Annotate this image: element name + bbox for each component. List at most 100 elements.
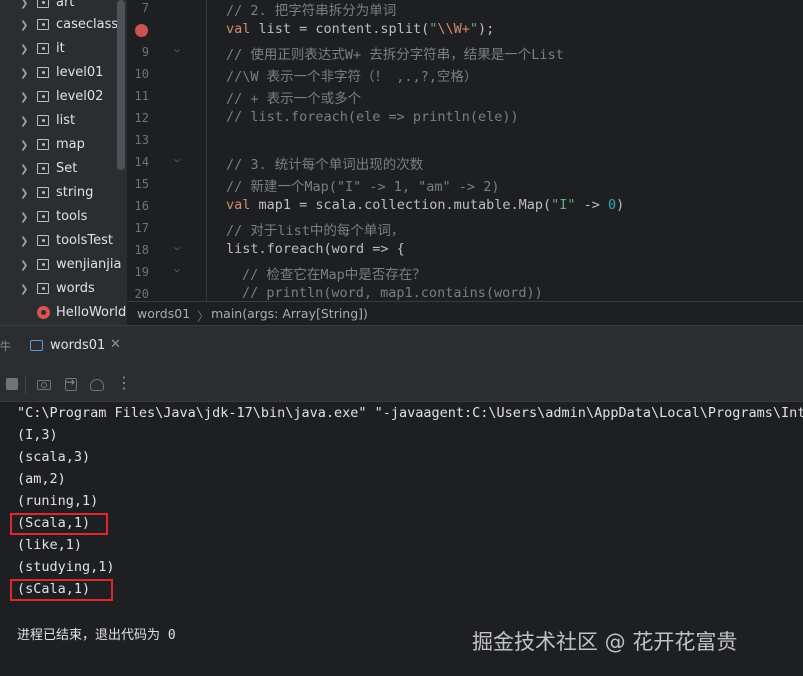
console-line: (scala,3) [17, 449, 91, 465]
line-number: 7 [141, 1, 149, 15]
chevron-right-icon[interactable]: ❯ [20, 68, 32, 80]
run-toolbar: ⋮ [0, 367, 803, 402]
code-line: 18 ⌵ list.foreach(word => { [127, 239, 803, 261]
code-token: -> [575, 197, 609, 213]
line-number: 18 [134, 243, 149, 257]
package-folder-icon [37, 91, 49, 102]
chevron-right-icon[interactable]: ❯ [20, 188, 32, 200]
tree-item-label: level02 [56, 89, 104, 104]
package-folder-icon [37, 235, 49, 246]
code-line: val list = content.split("\\W+"); [127, 19, 803, 41]
code-line: 10 //\W 表示一个非字符（！ ,.,?,空格） [127, 63, 803, 85]
chevron-right-icon[interactable]: ❯ [20, 164, 32, 176]
chevron-right-icon[interactable]: ❯ [20, 44, 32, 56]
tree-folder-tools[interactable]: ❯ tools [0, 206, 127, 230]
console-line: (I,3) [17, 427, 58, 443]
tree-folder-caseclass[interactable]: ❯ caseclass [0, 14, 127, 38]
tree-item-label: string [56, 185, 94, 200]
code-text: // 2. 把字符串拆分为单词 [226, 3, 397, 19]
line-number: 12 [134, 111, 149, 125]
fold-icon[interactable]: ⌵ [174, 44, 180, 55]
code-text: val map1 = scala.collection.mutable.Map(… [226, 197, 624, 213]
console-command-line: "C:\Program Files\Java\jdk-17\bin\java.e… [17, 405, 803, 421]
chevron-right-icon[interactable]: ❯ [20, 236, 32, 248]
package-folder-icon [37, 259, 49, 270]
code-text: // 使用正则表达式W+ 去拆分字符串，结果是一个List [226, 47, 564, 63]
code-text: //\W 表示一个非字符（！ ,.,?,空格） [226, 69, 478, 85]
string-token: "I" [551, 197, 576, 213]
chevron-right-icon[interactable]: ❯ [20, 20, 32, 32]
breadcrumb-method[interactable]: main(args: Array[String]) [211, 306, 368, 321]
tree-folder-list[interactable]: ❯ list [0, 110, 127, 134]
stop-button[interactable] [6, 378, 18, 390]
tree-scrollbar[interactable] [117, 0, 125, 170]
chevron-right-icon[interactable]: ❯ [20, 260, 32, 272]
breadcrumb: words01 〉 main(args: Array[String]) [127, 301, 803, 325]
package-folder-icon [37, 211, 49, 222]
line-number: 14 [134, 155, 149, 169]
tree-folder-map[interactable]: ❯ map [0, 134, 127, 158]
tree-item-label: caseclass [56, 17, 119, 32]
chevron-right-icon[interactable]: ❯ [20, 92, 32, 104]
tree-item-label: map [56, 137, 85, 152]
chevron-right-icon[interactable]: ❯ [20, 140, 32, 152]
console-line: (runing,1) [17, 493, 99, 509]
scala-object-icon [37, 306, 50, 319]
code-editor[interactable]: 7 // 2. 把字符串拆分为单词 val list = content.spl… [127, 0, 803, 301]
run-tool-window-header: 牛 words01 ✕ [0, 325, 803, 367]
tree-item-label: it [56, 41, 65, 56]
tree-folder-set[interactable]: ❯ Set [0, 158, 127, 182]
tree-file-helloworld[interactable]: HelloWorld [0, 302, 127, 324]
line-number: 15 [134, 177, 149, 191]
breadcrumb-separator: 〉 [197, 309, 210, 324]
project-tree: ❯ art ❯ caseclass ❯ it ❯ level01 ❯ level… [0, 0, 127, 324]
breadcrumb-object[interactable]: words01 [137, 306, 190, 321]
tab-words01[interactable]: words01 ✕ [22, 334, 130, 360]
tree-folder-level02[interactable]: ❯ level02 [0, 86, 127, 110]
chevron-right-icon[interactable]: ❯ [20, 212, 32, 224]
code-line: 15 // 新建一个Map("I" -> 1, "am" -> 2) [127, 173, 803, 195]
code-text: // list.foreach(ele => println(ele)) [226, 109, 519, 125]
chevron-right-icon[interactable]: ❯ [20, 284, 32, 296]
tree-folder-wenjianjia[interactable]: ❯ wenjianjia [0, 254, 127, 278]
code-text: // println(word, map1.contains(word)) [242, 285, 543, 301]
package-folder-icon [37, 163, 49, 174]
code-text: // 3. 统计每个单词出现的次数 [226, 157, 424, 173]
code-line: 13 [127, 129, 803, 151]
tree-folder-it[interactable]: ❯ it [0, 38, 127, 62]
tree-folder-string[interactable]: ❯ string [0, 182, 127, 206]
more-options-icon[interactable]: ⋮ [116, 373, 132, 392]
tree-folder-level01[interactable]: ❯ level01 [0, 62, 127, 86]
code-line: 9 ⌵ // 使用正则表达式W+ 去拆分字符串，结果是一个List [127, 41, 803, 63]
import-icon[interactable] [63, 375, 79, 392]
tree-folder-words[interactable]: ❯ words [0, 278, 127, 302]
fold-icon[interactable]: ⌵ [174, 264, 180, 275]
fold-icon[interactable]: ⌵ [174, 242, 180, 253]
code-text: list.foreach(word => { [226, 241, 405, 257]
close-icon[interactable]: ✕ [110, 337, 121, 352]
line-number: 16 [134, 199, 149, 213]
tree-folder-toolstest[interactable]: ❯ toolsTest [0, 230, 127, 254]
code-text: val list = content.split("\\W+"); [226, 21, 494, 37]
code-line: 20 // println(word, map1.contains(word)) [127, 283, 803, 301]
tree-item-label: Set [56, 161, 78, 176]
package-folder-icon [37, 0, 49, 8]
chevron-right-icon[interactable]: ❯ [20, 0, 32, 10]
code-text: // + 表示一个或多个 [226, 91, 362, 107]
console-line: (am,2) [17, 471, 66, 487]
tree-item-label: art [56, 0, 75, 10]
keyword-token: val [226, 197, 251, 213]
fold-icon[interactable]: ⌵ [174, 154, 180, 165]
code-token: ); [478, 21, 495, 37]
string-token: " [469, 21, 478, 37]
console-icon [30, 340, 43, 351]
profiler-icon[interactable] [89, 376, 105, 392]
toolbar-separator [25, 376, 26, 394]
line-number: 17 [134, 221, 149, 235]
code-line: 7 // 2. 把字符串拆分为单词 [127, 0, 803, 19]
console-line: (like,1) [17, 537, 83, 553]
code-line: 12 // list.foreach(ele => println(ele)) [127, 107, 803, 129]
package-folder-icon [37, 139, 49, 150]
chevron-right-icon[interactable]: ❯ [20, 116, 32, 128]
camera-icon[interactable] [36, 376, 52, 392]
